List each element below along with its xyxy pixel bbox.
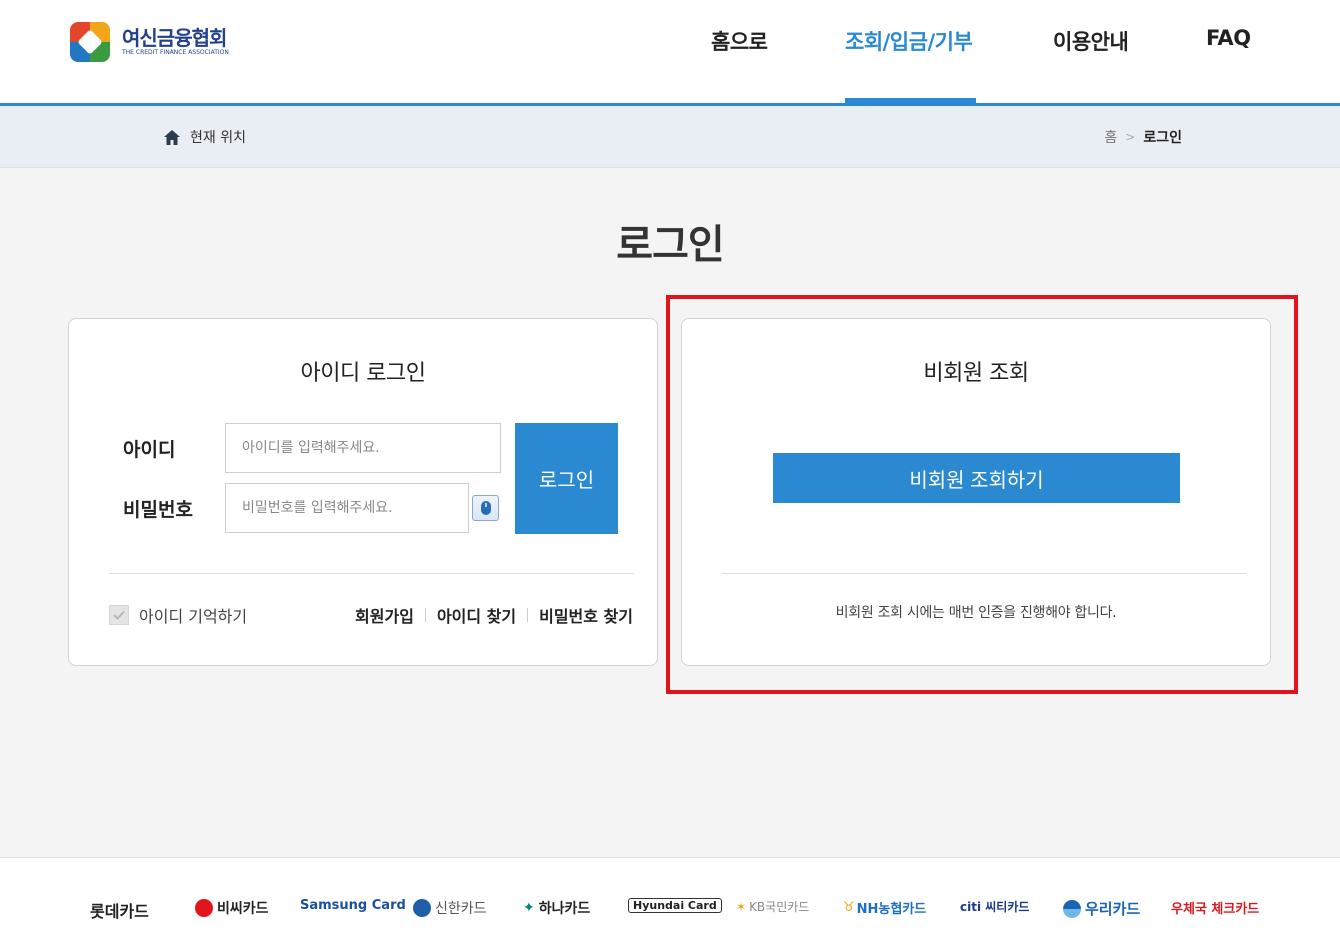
remember-id-checkbox[interactable] [109,605,129,625]
find-password-link[interactable]: 비밀번호 찾기 [539,603,633,627]
remember-id-label: 아이디 기억하기 [139,607,248,626]
logo-icon [70,22,110,62]
site-logo[interactable]: 여신금융협회 THE CREDIT FINANCE ASSOCIATION [70,22,229,62]
guest-inquiry-button[interactable]: 비회원 조회하기 [773,453,1180,503]
link-separator [424,608,426,622]
card-name: KB국민카드 [749,900,810,914]
check-icon [113,610,125,620]
kb-card-icon: ✶ [736,899,747,914]
breadcrumb-home[interactable]: 홈 [1104,127,1117,147]
home-icon [164,129,180,145]
login-divider [109,573,634,574]
card-name: 우리카드 [1085,900,1141,918]
nav-inquiry-payment-donation[interactable]: 조회/입금/기부 [845,26,973,56]
login-button[interactable]: 로그인 [515,423,618,534]
card-name: Samsung Card [300,898,406,913]
page-title: 로그인 [616,222,724,268]
breadcrumb-current: 로그인 [1143,130,1182,146]
signup-link[interactable]: 회원가입 [355,603,414,627]
logo-title: 여신금융협회 [122,26,227,50]
guest-inquiry-panel: 비회원 조회 비회원 조회하기 비회원 조회 시에는 매번 인증을 진행해야 합… [681,318,1271,666]
hana-card-icon: ✦ [523,900,535,916]
card-name: 비씨카드 [217,901,269,917]
password-label: 비밀번호 [123,499,193,521]
virtual-keypad-button[interactable] [472,495,499,521]
location-label: 현재 위치 [190,130,246,146]
guest-divider [722,573,1247,574]
nh-card-icon: ♉ [843,900,855,915]
card-name: 우체국 체크카드 [1171,902,1260,917]
breadcrumb-bar: 현재 위치 홈 > 로그인 [0,106,1340,168]
password-input[interactable] [225,483,469,533]
card-name: NH농협카드 [856,902,927,917]
card-name: 롯데카드 [90,902,149,921]
card-logo-bc[interactable]: 비씨카드 [195,898,269,918]
breadcrumb: 홈 > 로그인 [1104,127,1182,147]
id-label: 아이디 [123,439,176,461]
nav-faq[interactable]: FAQ [1206,26,1251,50]
id-input[interactable] [225,423,501,473]
card-name: citi 씨티카드 [960,900,1030,914]
card-logo-lotte[interactable]: 롯데카드 [90,898,149,922]
bc-card-icon [195,899,213,917]
nav-home[interactable]: 홈으로 [711,26,768,56]
nav-active-indicator [845,98,976,103]
card-logo-epost[interactable]: 우체국 체크카드 [1171,898,1259,917]
card-name: 하나카드 [538,901,591,917]
card-logo-woori[interactable]: 우리카드 [1063,898,1140,919]
card-logo-nh[interactable]: ♉ NH농협카드 [843,898,926,917]
logo-subtitle: THE CREDIT FINANCE ASSOCIATION [122,49,229,56]
footer-card-logos: 롯데카드 비씨카드 Samsung Card 신한카드 ✦ 하나카드 Hyund… [0,857,1340,944]
remember-id[interactable]: 아이디 기억하기 [109,603,247,627]
card-name: 신한카드 [435,901,487,917]
card-name: Hyundai Card [633,899,717,912]
id-login-panel: 아이디 로그인 아이디 비밀번호 로그인 아이디 기억하기 회원가입 아이디 찾… [68,318,658,666]
site-header: 여신금융협회 THE CREDIT FINANCE ASSOCIATION 홈으… [0,0,1340,106]
breadcrumb-separator: > [1125,130,1136,144]
link-separator [527,608,529,622]
shinhan-card-icon [413,899,431,917]
find-id-link[interactable]: 아이디 찾기 [437,603,516,627]
card-logo-kb[interactable]: ✶ KB국민카드 [736,898,809,915]
mouse-icon [480,501,491,515]
woori-card-icon [1063,899,1081,918]
card-logo-shinhan[interactable]: 신한카드 [413,898,487,918]
card-logo-hana[interactable]: ✦ 하나카드 [523,898,590,918]
card-logo-samsung[interactable]: Samsung Card [300,898,406,913]
card-logo-hyundai[interactable]: Hyundai Card [628,898,722,913]
card-logo-citi[interactable]: citi 씨티카드 [960,898,1029,915]
guest-inquiry-title: 비회원 조회 [923,361,1029,386]
current-location: 현재 위치 [164,127,246,147]
nav-guide[interactable]: 이용안내 [1053,26,1129,56]
id-login-title: 아이디 로그인 [300,361,426,386]
account-links: 회원가입 아이디 찾기 비밀번호 찾기 [355,603,633,627]
guest-inquiry-note: 비회원 조회 시에는 매번 인증을 진행해야 합니다. [835,605,1117,621]
